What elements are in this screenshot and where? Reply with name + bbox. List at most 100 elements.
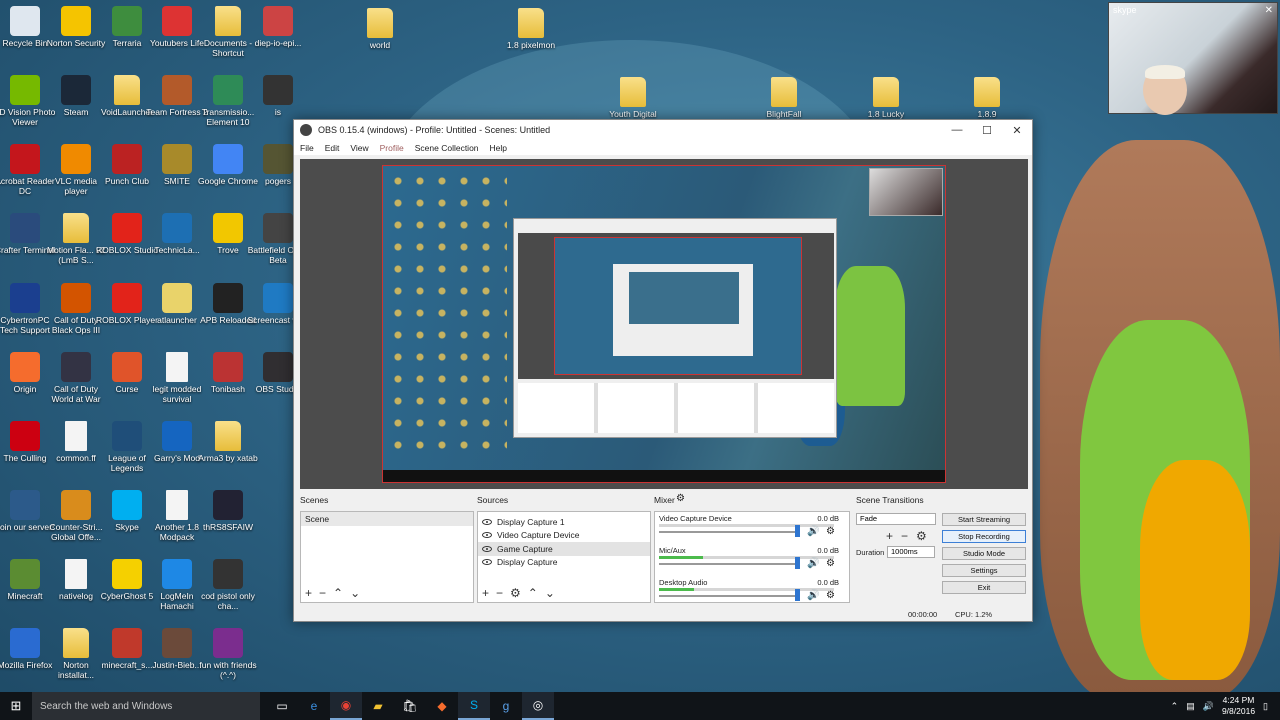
duration-input[interactable]: 1000ms	[887, 546, 935, 558]
app-icon	[10, 490, 40, 520]
desktop-icon[interactable]: diep-io-epi...	[247, 6, 309, 48]
move-down-icon[interactable]: ⌄	[545, 586, 555, 600]
obs-preview[interactable]	[300, 159, 1028, 489]
menu-edit[interactable]: Edit	[325, 143, 340, 153]
desktop-icon-label: thRS8SFAIW	[202, 522, 254, 532]
menu-scene-collection[interactable]: Scene Collection	[415, 143, 479, 153]
desktop-icon[interactable]: 1.8.9	[956, 77, 1018, 119]
desktop-icon-label: cod pistol only cha...	[201, 591, 255, 611]
gear-icon[interactable]: ⚙	[826, 526, 835, 537]
volume-slider-handle[interactable]	[795, 525, 800, 537]
desktop-icon[interactable]: Youth Digital	[602, 77, 664, 119]
desktop-icon[interactable]: is	[247, 75, 309, 117]
add-icon[interactable]: +	[886, 529, 893, 543]
obs-title-bar[interactable]: OBS 0.15.4 (windows) - Profile: Untitled…	[294, 120, 1032, 140]
app-icon	[215, 421, 241, 451]
desktop-icon[interactable]: BlightFall	[753, 77, 815, 119]
volume-icon[interactable]: 🔊	[1203, 701, 1214, 712]
webcam-hair	[1145, 65, 1185, 79]
app-icon	[112, 559, 142, 589]
maximize-icon[interactable]: ☐	[972, 124, 1002, 137]
add-icon[interactable]: +	[482, 586, 489, 600]
eye-icon[interactable]	[482, 545, 492, 552]
eye-icon[interactable]	[482, 559, 492, 566]
menu-help[interactable]: Help	[490, 143, 507, 153]
minimize-icon[interactable]: —	[942, 124, 972, 137]
desktop-icon[interactable]: cod pistol only cha...	[197, 559, 259, 611]
windows-start-icon[interactable]: ⊞	[0, 692, 32, 720]
skype-icon[interactable]: S	[458, 692, 490, 720]
remove-icon[interactable]: −	[319, 586, 326, 600]
desktop-icon[interactable]: 1.8 pixelmon	[500, 8, 562, 50]
volume-slider-handle[interactable]	[795, 557, 800, 569]
mixer-channel: Desktop Audio 0.0 dB 🔊 ⚙	[655, 576, 849, 608]
settings-button[interactable]: Settings	[942, 564, 1026, 577]
notifications-icon[interactable]: ▯	[1263, 701, 1268, 712]
close-icon[interactable]: ✕	[1002, 124, 1032, 137]
mixer-channel-name: Desktop Audio	[659, 578, 708, 587]
menu-profile[interactable]: Profile	[380, 143, 404, 153]
origin-icon[interactable]: ◆	[426, 692, 458, 720]
taskbar-search-input[interactable]: Search the web and Windows	[32, 692, 260, 720]
move-up-icon[interactable]: ⌃	[333, 586, 343, 600]
clock[interactable]: 4:24 PM 9/8/2016	[1222, 695, 1255, 717]
eye-icon[interactable]	[482, 532, 492, 539]
gear-icon[interactable]: ⚙	[826, 558, 835, 569]
obs-icon[interactable]: ◎	[522, 692, 554, 720]
add-icon[interactable]: +	[305, 586, 312, 600]
transition-select[interactable]: Fade	[856, 513, 936, 525]
garrys-mod-icon[interactable]: g	[490, 692, 522, 720]
preview-webcam	[869, 168, 943, 216]
speaker-icon[interactable]: 🔊	[807, 590, 819, 601]
desktop-icon[interactable]: fun with friends (^.^)	[197, 628, 259, 680]
source-item[interactable]: Display Capture 1	[478, 515, 650, 529]
move-up-icon[interactable]: ⌃	[528, 586, 538, 600]
exit-button[interactable]: Exit	[942, 581, 1026, 594]
scene-item[interactable]: Scene	[301, 512, 473, 526]
preview-nested-obs	[513, 218, 837, 438]
gear-icon[interactable]: ⚙	[510, 586, 521, 600]
desktop-icon[interactable]: Arma3 by xatab	[197, 421, 259, 463]
source-item[interactable]: Display Capture	[478, 556, 650, 570]
close-icon[interactable]: ✕	[1265, 5, 1273, 16]
volume-slider[interactable]	[659, 563, 799, 565]
volume-slider-handle[interactable]	[795, 589, 800, 601]
speaker-icon[interactable]: 🔊	[807, 558, 819, 569]
remove-icon[interactable]: −	[901, 529, 908, 543]
skype-webcam-window[interactable]: skype ✕	[1108, 2, 1278, 115]
app-icon	[10, 6, 40, 36]
store-icon[interactable]: 🛍	[394, 692, 426, 720]
desktop-icon[interactable]: world	[349, 8, 411, 50]
source-item[interactable]: Video Capture Device	[478, 529, 650, 543]
volume-slider[interactable]	[659, 595, 799, 597]
eye-icon[interactable]	[482, 518, 492, 525]
menu-file[interactable]: File	[300, 143, 314, 153]
speaker-icon[interactable]: 🔊	[807, 526, 819, 537]
start-streaming-button[interactable]: Start Streaming	[942, 513, 1026, 526]
chrome-icon[interactable]: ◉	[330, 692, 362, 720]
studio-mode-button[interactable]: Studio Mode	[942, 547, 1026, 560]
remove-icon[interactable]: −	[496, 586, 503, 600]
menu-view[interactable]: View	[350, 143, 368, 153]
app-icon	[61, 283, 91, 313]
app-icon	[112, 283, 142, 313]
volume-slider[interactable]	[659, 531, 799, 533]
app-icon	[974, 77, 1000, 107]
mixer-db: 0.0 dB	[817, 546, 839, 555]
network-icon[interactable]: ▤	[1186, 701, 1195, 712]
source-item[interactable]: Game Capture	[478, 542, 650, 556]
mixer-channel: Video Capture Device 0.0 dB 🔊 ⚙	[655, 512, 849, 544]
edge-icon[interactable]: e	[298, 692, 330, 720]
move-down-icon[interactable]: ⌄	[350, 586, 360, 600]
chevron-up-icon[interactable]: ⌃	[1171, 701, 1179, 712]
desktop-icon[interactable]: 1.8 Lucky	[855, 77, 917, 119]
desktop-icon-label: 1.8 pixelmon	[506, 40, 556, 50]
task-view-icon[interactable]: ▭	[266, 692, 298, 720]
desktop-icon[interactable]: thRS8SFAIW	[197, 490, 259, 532]
gear-icon[interactable]: ⚙	[826, 590, 835, 601]
stop-recording-button[interactable]: Stop Recording	[942, 530, 1026, 543]
file-explorer-icon[interactable]: ▰	[362, 692, 394, 720]
app-icon	[10, 628, 40, 658]
gear-icon[interactable]: ⚙	[676, 493, 685, 504]
gear-icon[interactable]: ⚙	[916, 529, 927, 543]
